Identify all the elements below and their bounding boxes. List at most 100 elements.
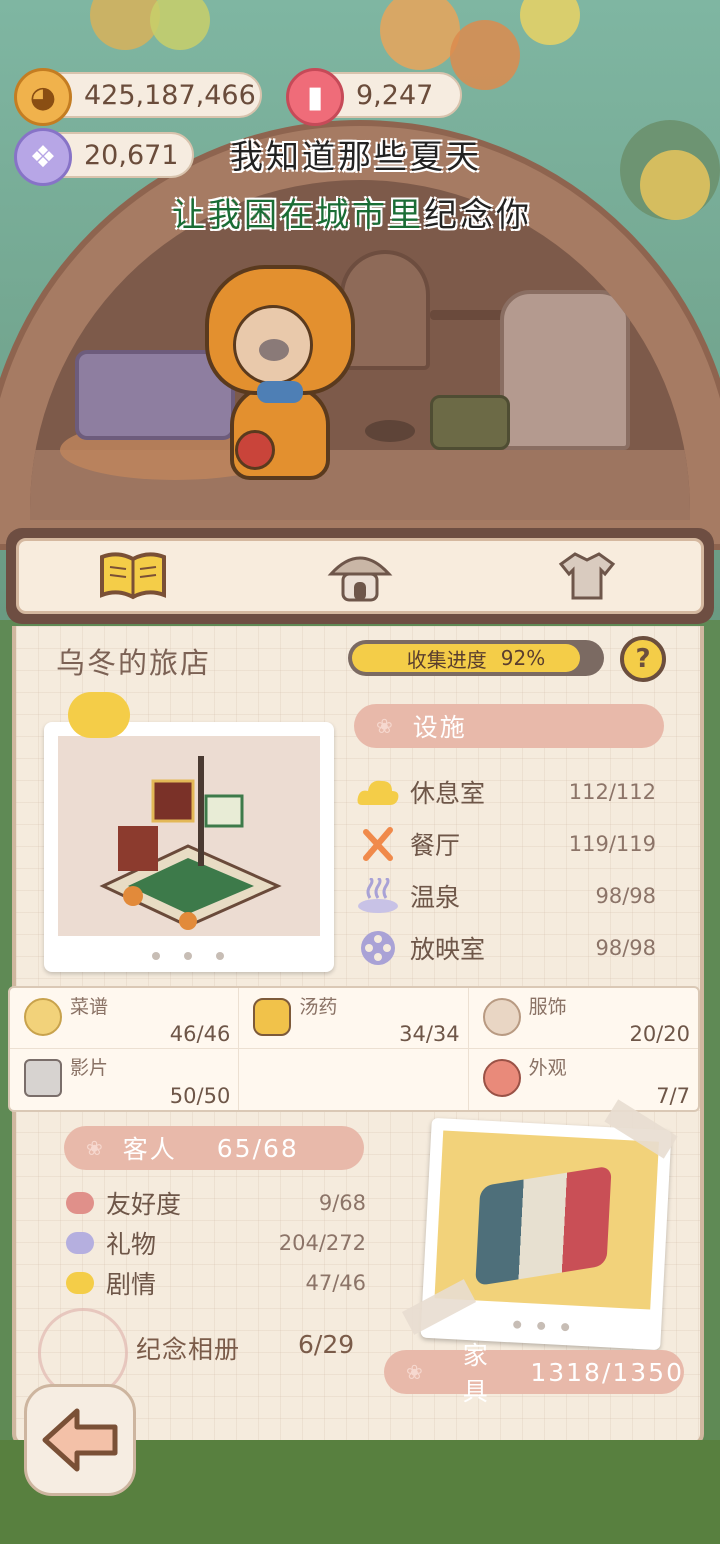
back-button[interactable] — [24, 1384, 136, 1496]
facility-row-restaurant[interactable]: 餐厅 119/119 — [356, 824, 656, 864]
bear-outfit-icon — [482, 998, 521, 1036]
facility-name: 放映室 — [410, 935, 486, 964]
paw-icon: ❀ — [376, 714, 395, 738]
hot-spring-icon — [356, 878, 400, 914]
guests-header-label: 客人 — [122, 1135, 177, 1164]
treasure-chest — [430, 395, 510, 450]
facility-row-lounge[interactable]: 休息室 112/112 — [356, 772, 656, 812]
open-book-icon — [99, 552, 166, 600]
favorite-heart-icon[interactable] — [68, 692, 130, 738]
facility-name: 休息室 — [410, 779, 486, 808]
quilt-icon — [475, 1165, 612, 1287]
guest-stat-name: 礼物 — [106, 1230, 157, 1259]
heart-icon — [66, 1232, 94, 1254]
clapperboard-icon — [24, 1059, 62, 1097]
guest-stat-count: 204/272 — [278, 1231, 366, 1255]
album-count: 6/29 — [298, 1330, 355, 1359]
facilities-header: ❀ 设施 — [354, 704, 664, 748]
blue-bow — [257, 381, 303, 403]
tab-hotel[interactable] — [325, 548, 395, 604]
carousel-dot — [184, 952, 192, 960]
tab-book[interactable] — [98, 548, 168, 604]
collection-progress-bar: 收集进度 92% — [348, 640, 604, 676]
help-button[interactable]: ? — [620, 636, 666, 682]
guest-row-gifts[interactable]: 礼物 204/272 — [66, 1224, 366, 1262]
furniture-photo-card[interactable] — [420, 1117, 672, 1351]
guest-stat-name: 友好度 — [106, 1190, 182, 1219]
category-name: 影片 — [70, 1057, 109, 1079]
guest-row-story[interactable]: 剧情 47/46 — [66, 1264, 366, 1302]
tab-outfit[interactable] — [552, 548, 622, 604]
carousel-dot — [216, 952, 224, 960]
category-empty — [239, 1049, 469, 1110]
collection-categories: 菜谱 46/46 汤药 34/34 服饰 20/20 影片 50/50 外观 7… — [8, 986, 700, 1112]
back-arrow-icon — [42, 1408, 118, 1472]
candy-counter[interactable]: ❖ 20,671 — [14, 128, 194, 186]
lyric-line-1: 我知道那些夏天 — [230, 137, 482, 176]
category-count: 20/20 — [629, 1022, 690, 1046]
guest-row-friendship[interactable]: 友好度 9/68 — [66, 1184, 366, 1222]
category-name: 汤药 — [299, 996, 338, 1018]
progress-label: 收集进度 — [406, 647, 487, 672]
inn-title: 乌冬的旅店 — [56, 646, 212, 680]
collection-panel: 乌冬的旅店 收集进度 92% ? ❀ 设施 休息室 112/112 餐厅 119… — [8, 626, 704, 1446]
category-exterior[interactable]: 外观 7/7 — [469, 1049, 698, 1110]
wardrobe — [500, 290, 630, 450]
category-count: 46/46 — [169, 1022, 231, 1046]
coin-counter[interactable]: ◕ 425,187,466 — [14, 68, 262, 126]
facility-row-hot-spring[interactable]: 温泉 98/98 — [356, 876, 656, 916]
facility-row-screening[interactable]: 放映室 98/98 — [356, 928, 656, 968]
category-count: 7/7 — [656, 1084, 690, 1108]
tab-bar — [6, 528, 714, 624]
film-reel-icon — [356, 930, 400, 966]
candle-counter[interactable]: ▮ 9,247 — [286, 68, 462, 126]
facility-name: 餐厅 — [410, 831, 461, 860]
potion-jar-icon — [253, 998, 292, 1036]
album-label[interactable]: 纪念相册 — [136, 1330, 240, 1366]
hotel-mushroom-icon — [327, 556, 393, 602]
cloud-icon — [356, 774, 400, 810]
fork-knife-icon — [356, 826, 400, 862]
furniture-label: 家具 — [462, 1341, 490, 1406]
carousel-dot — [536, 1321, 546, 1331]
guests-header[interactable]: ❀ 客人 65/68 — [64, 1126, 364, 1170]
category-potions[interactable]: 汤药 34/34 — [239, 988, 469, 1049]
candle-icon: ▮ — [286, 68, 344, 126]
furniture-count: 1318/1350 — [530, 1357, 684, 1387]
category-recipes[interactable]: 菜谱 46/46 — [10, 988, 240, 1049]
facility-count: 98/98 — [595, 936, 656, 960]
shirt-icon — [559, 552, 616, 600]
hot-spring-illustration — [58, 736, 320, 936]
paw-icon: ❀ — [86, 1136, 105, 1160]
category-count: 34/34 — [399, 1022, 460, 1046]
progress-value: 92% — [500, 646, 546, 670]
guests-count: 65/68 — [216, 1133, 299, 1163]
patchwork-bed-illustration — [434, 1130, 659, 1310]
tiger-costume-character[interactable] — [195, 265, 365, 495]
lyric-line-2-green: 让我困在城市里 — [172, 195, 424, 234]
heart-icon — [66, 1192, 94, 1214]
paw-icon: ❀ — [406, 1360, 425, 1384]
cookie-coin-icon: ◕ — [14, 68, 72, 126]
category-films[interactable]: 影片 50/50 — [10, 1049, 240, 1110]
guest-stat-count: 9/68 — [318, 1191, 366, 1215]
guest-stat-count: 47/46 — [305, 1271, 366, 1295]
hotel-exterior-icon — [482, 1059, 521, 1097]
carousel-dot — [513, 1320, 522, 1329]
facility-name: 温泉 — [410, 883, 461, 912]
drum-icon — [235, 430, 275, 470]
category-outfits[interactable]: 服饰 20/20 — [468, 988, 698, 1049]
heart-icon — [66, 1272, 94, 1294]
category-name: 服饰 — [528, 996, 567, 1018]
candy-icon: ❖ — [14, 128, 72, 186]
lyric-line-2: 让我困在城市里纪念你 — [172, 188, 532, 236]
category-count: 50/50 — [169, 1084, 231, 1108]
furniture-header[interactable]: ❀ 家具 1318/1350 — [384, 1341, 684, 1406]
facility-count: 119/119 — [568, 832, 656, 856]
hot-spring-icon — [99, 756, 282, 930]
candy-amount: 20,671 — [84, 139, 179, 171]
guest-stat-name: 剧情 — [106, 1270, 157, 1299]
facility-photo-card[interactable] — [44, 722, 334, 972]
category-name: 菜谱 — [70, 996, 109, 1018]
lyric-line-2-white: 纪念你 — [424, 195, 532, 234]
